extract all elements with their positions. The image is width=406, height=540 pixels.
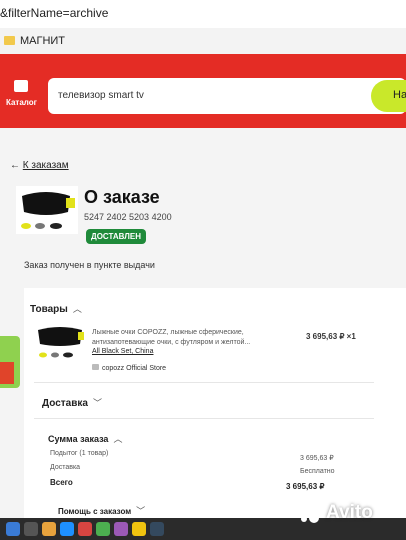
search-button[interactable]: На [371, 80, 406, 112]
bookmarks-bar: МАГНИТ [0, 28, 406, 55]
pickup-status-text: Заказ получен в пункте выдачи [24, 260, 155, 270]
status-badge: ДОСТАВЛЕН [86, 229, 146, 244]
chevron-down-icon: ﹀ [92, 398, 102, 408]
browser-address-bar[interactable]: &filterName=archive [0, 0, 406, 28]
divider [34, 418, 374, 419]
search-input[interactable]: телевизор smart tv [58, 90, 144, 101]
browser-icon[interactable] [60, 522, 74, 536]
catalog-label: Каталог [6, 98, 37, 107]
back-label: К заказам [22, 160, 69, 171]
divider [34, 382, 374, 383]
promo-side-banner-tag[interactable] [0, 362, 14, 384]
store-icon [92, 364, 99, 370]
summary-total-label: Всего [50, 478, 73, 487]
goggles-image [16, 186, 78, 234]
search-button-label: На [393, 89, 406, 101]
app-icon[interactable] [150, 522, 164, 536]
item-variant[interactable]: All Black Set, China [92, 348, 153, 355]
item-price: 3 695,63 ₽ ×1 [306, 332, 356, 341]
folder-icon[interactable] [42, 522, 56, 536]
summary-delivery-value: Бесплатно [300, 468, 335, 475]
folder-icon [4, 36, 15, 45]
search-icon[interactable] [24, 522, 38, 536]
chevron-up-icon: ︿ [72, 304, 82, 314]
delivery-title: Доставка [42, 398, 88, 409]
chevron-up-icon: ︿ [113, 434, 123, 444]
chevron-down-icon: ﹀ [136, 506, 146, 516]
page-title: О заказе [84, 187, 160, 207]
search-field[interactable]: телевизор smart tv На [48, 78, 406, 114]
summary-total-value: 3 695,63 ₽ [286, 482, 325, 491]
goods-section-header[interactable]: Товары ︿ [30, 302, 82, 315]
app-icon[interactable] [78, 522, 92, 536]
summary-subtotal-value: 3 695,63 ₽ [300, 455, 334, 462]
catalog-button[interactable]: Каталог [2, 76, 44, 114]
arrow-left-icon: ← [10, 160, 20, 171]
store-name: copozz Official Store [102, 365, 167, 372]
avito-watermark-text: Avito [326, 502, 373, 523]
item-description[interactable]: Лыжные очки COPOZZ, лыжные сферические, … [92, 329, 250, 346]
avito-logo-icon [300, 506, 319, 523]
summary-section-header[interactable]: Сумма заказа ︿ [48, 432, 122, 445]
back-to-orders-link[interactable]: ← К заказам [10, 160, 69, 171]
help-section-header[interactable]: Помощь с заказом ﹀ [58, 504, 145, 517]
page-content: ← К заказам О заказе 5247 2402 5203 4200… [0, 128, 406, 518]
help-title: Помощь с заказом [58, 507, 132, 516]
bookmark-magnit[interactable]: МАГНИТ [20, 35, 65, 47]
delivery-section-header[interactable]: Доставка ﹀ [42, 396, 102, 409]
start-icon[interactable] [6, 522, 20, 536]
url-text[interactable]: &filterName=archive [0, 6, 108, 20]
order-details-card: Товары ︿ Лыжные очки COPOZZ, лыжные сфери… [24, 288, 406, 518]
summary-subtotal-label: Подытог (1 товар) [50, 450, 109, 457]
summary-delivery-label: Доставка [50, 464, 81, 471]
book-icon [14, 80, 28, 92]
app-icon[interactable] [114, 522, 128, 536]
goods-item-image[interactable] [34, 324, 86, 362]
store-link[interactable]: copozz Official Store [92, 364, 166, 372]
app-icon[interactable] [132, 522, 146, 536]
avito-watermark: Avito [296, 500, 400, 528]
app-icon[interactable] [96, 522, 110, 536]
order-number: 5247 2402 5203 4200 [84, 212, 172, 222]
summary-title: Сумма заказа [48, 434, 109, 444]
goods-title: Товары [30, 304, 68, 315]
goods-item-description[interactable]: Лыжные очки COPOZZ, лыжные сферические, … [92, 328, 292, 357]
